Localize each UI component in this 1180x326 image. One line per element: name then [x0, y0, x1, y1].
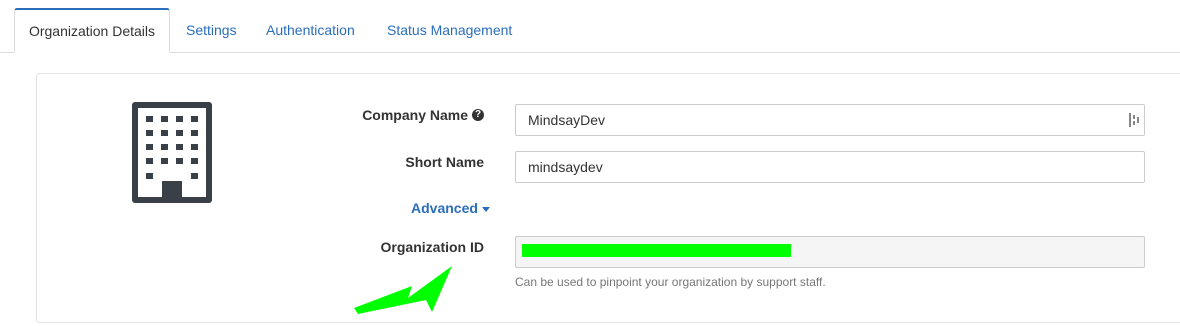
building-icon: [132, 102, 212, 203]
company-name-input[interactable]: [515, 104, 1145, 136]
advanced-label: Advanced: [411, 200, 478, 216]
tab-authentication[interactable]: Authentication: [266, 22, 355, 38]
advanced-toggle[interactable]: Advanced: [411, 200, 490, 216]
organization-id-label: Organization ID: [380, 239, 484, 255]
tab-organization-details[interactable]: Organization Details: [14, 8, 170, 53]
short-name-label: Short Name: [405, 154, 484, 170]
tab-status-management[interactable]: Status Management: [387, 22, 512, 38]
company-name-label: Company Name?: [362, 107, 484, 123]
company-name-label-text: Company Name: [362, 107, 468, 123]
organization-id-redaction: [522, 244, 791, 257]
caret-down-icon: [481, 206, 490, 212]
password-manager-icon[interactable]: [1128, 112, 1140, 128]
tab-bar: Organization Details Settings Authentica…: [0, 0, 1180, 53]
tab-settings[interactable]: Settings: [186, 22, 237, 38]
organization-id-help-text: Can be used to pinpoint your organizatio…: [515, 275, 826, 289]
arrow-annotation: [354, 266, 452, 314]
short-name-input[interactable]: [515, 151, 1145, 183]
question-circle-icon[interactable]: ?: [472, 108, 484, 121]
tab-bar-divider: [0, 52, 1180, 53]
